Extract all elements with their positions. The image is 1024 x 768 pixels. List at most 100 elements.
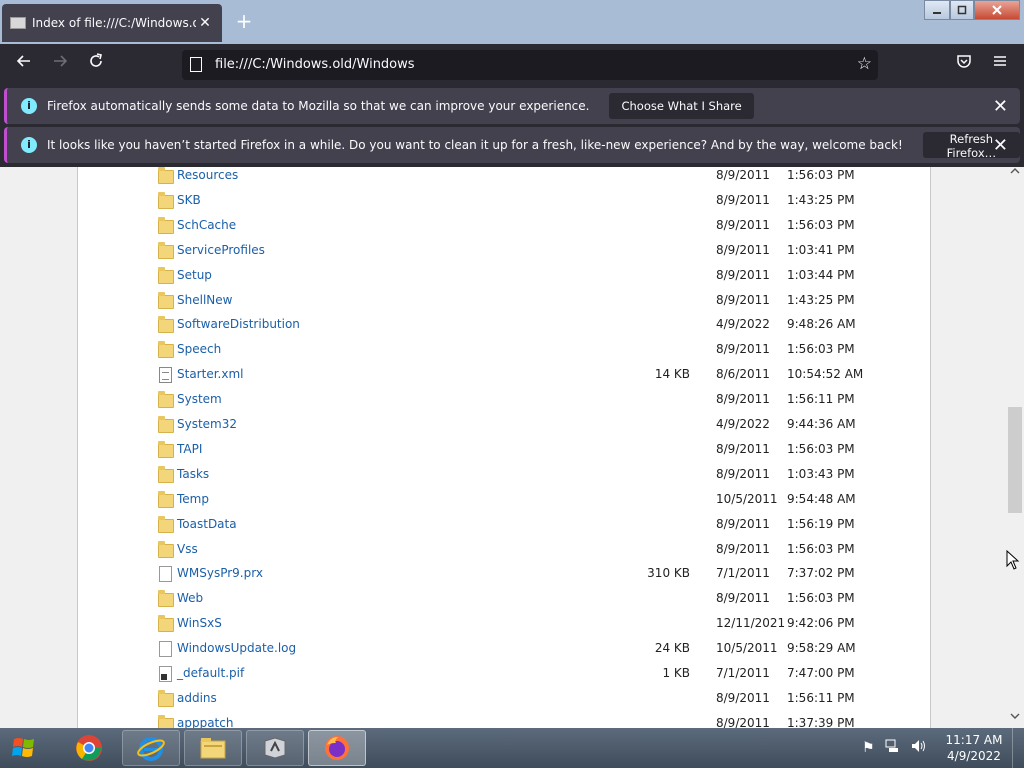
folder-icon <box>158 167 174 184</box>
file-date: 8/6/2011 <box>716 367 770 382</box>
file-time: 1:37:39 PM <box>787 715 855 728</box>
file-date: 4/9/2022 <box>716 317 770 332</box>
table-row: ShellNew 8/9/2011 1:43:25 PM <box>78 291 930 315</box>
close-tab-icon[interactable]: ✕ <box>196 15 214 31</box>
file-time: 1:56:11 PM <box>787 690 855 705</box>
menu-button[interactable] <box>986 52 1014 78</box>
file-time: 1:43:25 PM <box>787 192 855 207</box>
file-time: 1:03:44 PM <box>787 267 855 282</box>
folder-icon <box>158 590 174 608</box>
file-date: 8/9/2011 <box>716 392 770 407</box>
table-row: Temp 10/5/2011 9:54:48 AM <box>78 490 930 514</box>
choose-what-i-share-button[interactable]: Choose What I Share <box>609 93 754 119</box>
system-clock[interactable]: 11:17 AM 4/9/2022 <box>942 732 1006 764</box>
taskbar-app[interactable] <box>246 730 304 766</box>
minimize-button[interactable] <box>924 0 950 20</box>
file-link[interactable]: apppatch <box>177 716 233 728</box>
close-window-button[interactable] <box>974 0 1020 20</box>
table-row: Resources 8/9/2011 1:56:03 PM <box>78 167 930 190</box>
arrow-right-icon <box>54 55 68 67</box>
new-tab-button[interactable]: + <box>232 10 256 34</box>
page-icon <box>10 17 26 29</box>
system-tray: ⚑ <box>862 736 937 760</box>
file-link[interactable]: TAPI <box>177 442 202 456</box>
pocket-button[interactable] <box>950 52 978 78</box>
star-icon[interactable]: ☆ <box>857 54 872 74</box>
file-link[interactable]: System32 <box>177 417 237 431</box>
directory-listing: Resources 8/9/2011 1:56:03 PM SKB 8/9/2011 1:… <box>77 167 931 728</box>
scroll-down-icon[interactable] <box>1006 712 1024 728</box>
file-link[interactable]: Web <box>177 591 203 605</box>
file-time: 7:37:02 PM <box>787 566 855 581</box>
clock-time: 11:17 AM <box>945 733 1003 747</box>
vertical-scrollbar[interactable] <box>1006 167 1024 728</box>
file-date: 4/9/2022 <box>716 417 770 431</box>
folder-icon <box>158 241 174 259</box>
file-link[interactable]: Resources <box>177 168 238 182</box>
file-date: 10/5/2011 <box>716 491 778 506</box>
file-link[interactable]: WindowsUpdate.log <box>177 641 296 655</box>
folder-icon <box>158 465 174 483</box>
file-link[interactable]: ShellNew <box>177 293 232 307</box>
file-link[interactable]: _default.pif <box>177 666 244 680</box>
file-link[interactable]: SKB <box>177 193 201 207</box>
taskbar-chrome[interactable] <box>60 730 118 766</box>
file-icon <box>159 641 172 658</box>
close-icon[interactable]: ✕ <box>993 96 1008 117</box>
file-link[interactable]: SchCache <box>177 218 236 232</box>
taskbar: ⚑ 11:17 AM 4/9/2022 <box>0 728 1024 768</box>
chrome-icon <box>76 735 102 761</box>
scroll-up-icon[interactable] <box>1006 167 1024 183</box>
file-link[interactable]: addins <box>177 691 217 705</box>
windows-logo-icon <box>12 738 34 757</box>
file-link[interactable]: Setup <box>177 268 212 282</box>
flag-icon[interactable]: ⚑ <box>862 740 875 756</box>
reload-button[interactable] <box>82 52 110 78</box>
tab-active[interactable]: Index of file:///C:/Windows.old/Windows … <box>2 4 222 42</box>
clock-date: 4/9/2022 <box>947 749 1001 763</box>
folder-icon <box>158 216 174 234</box>
file-link[interactable]: WinSxS <box>177 616 222 630</box>
back-button[interactable] <box>10 52 38 78</box>
file-link[interactable]: WMSysPr9.prx <box>177 566 263 580</box>
url-input[interactable]: file:///C:/Windows.old/Windows <box>215 57 415 72</box>
file-date: 8/9/2011 <box>716 217 770 232</box>
taskbar-file-explorer[interactable] <box>184 730 242 766</box>
folder-icon <box>200 738 226 759</box>
file-time: 1:43:25 PM <box>787 292 855 307</box>
restore-button[interactable] <box>950 0 974 20</box>
table-row: System 8/9/2011 1:56:11 PM <box>78 391 930 414</box>
refresh-notification: i It looks like you haven’t started Fire… <box>4 127 1020 163</box>
file-link[interactable]: Tasks <box>177 467 209 481</box>
address-bar[interactable]: file:///C:/Windows.old/Windows ☆ <box>182 50 878 80</box>
file-date: 8/9/2011 <box>716 292 770 307</box>
forward-button[interactable] <box>46 52 74 78</box>
file-link[interactable]: Vss <box>177 542 198 556</box>
file-date: 8/9/2011 <box>716 441 770 456</box>
network-icon[interactable] <box>885 739 901 757</box>
file-link[interactable]: System <box>177 392 222 406</box>
file-link[interactable]: ServiceProfiles <box>177 243 265 257</box>
file-link[interactable]: ToastData <box>177 517 237 531</box>
start-button[interactable] <box>4 730 50 766</box>
table-row: WinSxS 12/11/2021 9:42:06 PM <box>78 615 930 638</box>
table-row: Tasks 8/9/2011 1:03:43 PM <box>78 465 930 489</box>
file-date: 12/11/2021 <box>716 616 786 631</box>
table-row: Setup 8/9/2011 1:03:44 PM <box>78 266 930 290</box>
file-time: 1:56:19 PM <box>787 516 855 531</box>
folder-icon <box>158 490 174 508</box>
taskbar-firefox[interactable] <box>308 730 366 766</box>
taskbar-internet-explorer[interactable] <box>122 730 180 766</box>
file-date: 8/9/2011 <box>716 242 770 257</box>
file-date: 8/9/2011 <box>716 192 770 207</box>
show-desktop-button[interactable] <box>1012 728 1024 768</box>
file-link[interactable]: Speech <box>177 342 221 356</box>
file-link[interactable]: Temp <box>177 492 209 506</box>
file-date: 8/9/2011 <box>716 168 770 182</box>
close-icon[interactable]: ✕ <box>993 135 1008 156</box>
app-icon <box>264 737 286 759</box>
file-link[interactable]: SoftwareDistribution <box>177 317 300 331</box>
scrollbar-thumb[interactable] <box>1008 407 1022 513</box>
volume-icon[interactable] <box>911 739 927 757</box>
file-link[interactable]: Starter.xml <box>177 367 243 381</box>
